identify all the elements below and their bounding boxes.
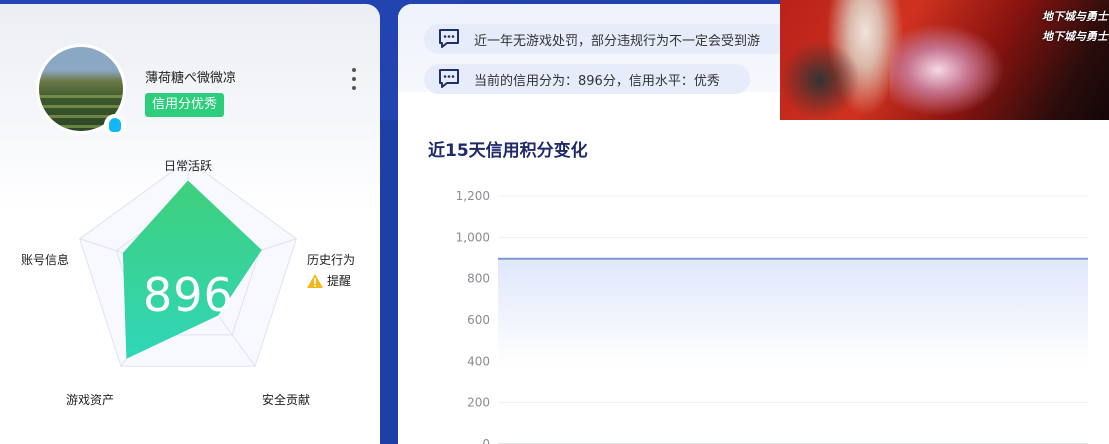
history-warning: 提醒 bbox=[307, 272, 351, 289]
chart-title: 近15天信用积分变化 bbox=[428, 141, 588, 161]
chart-y-tick-label: 1,200 bbox=[456, 189, 490, 203]
chart-y-tick-label: 200 bbox=[467, 396, 490, 410]
ad-logo-text: 地下城与勇士 bbox=[1042, 30, 1108, 43]
game-ad-banner[interactable]: 地下城与勇士 地下城与勇士 bbox=[780, 0, 1109, 120]
notice-penalty: 近一年无游戏处罚，部分违规行为不一定会受到游 bbox=[424, 24, 804, 54]
chart-y-tick-label: 400 bbox=[467, 354, 490, 368]
profile-card: 薄荷糖ぺ微微凉 信用分优秀 日常活跃 历史行为 提醒 安全贡献 游戏资产 账号信… bbox=[0, 4, 380, 444]
message-icon bbox=[439, 69, 459, 88]
credit-trend-chart: 0 200 400 600 800 1,000 1,200 bbox=[456, 189, 1088, 444]
credit-score: 896 bbox=[143, 268, 234, 322]
ad-character-art bbox=[890, 20, 1010, 120]
chart-area-fill bbox=[498, 258, 1088, 368]
message-icon bbox=[439, 29, 459, 48]
radar-chart bbox=[79, 159, 297, 367]
ad-character-art bbox=[780, 40, 860, 120]
radar-label-daily-activity: 日常活跃 bbox=[164, 159, 213, 173]
chart-y-tick-label: 800 bbox=[467, 272, 490, 286]
notice-penalty-text: 近一年无游戏处罚，部分违规行为不一定会受到游 bbox=[474, 33, 761, 49]
chart-y-tick-label: 0 bbox=[482, 437, 490, 444]
chart-y-tick-label: 600 bbox=[467, 313, 490, 327]
radar-label-account-info: 账号信息 bbox=[21, 253, 70, 267]
radar-label-history-behavior: 历史行为 bbox=[307, 253, 356, 267]
chart-y-tick-label: 1,000 bbox=[456, 230, 490, 244]
ad-logo-text: 地下城与勇士 bbox=[1042, 10, 1108, 23]
radar-label-game-assets: 游戏资产 bbox=[66, 393, 115, 407]
warning-label: 提醒 bbox=[327, 274, 352, 288]
radar-label-security-contribution: 安全贡献 bbox=[262, 393, 311, 407]
warning-icon bbox=[307, 273, 323, 288]
notice-current-score: 当前的信用分为：896分，信用水平：优秀 bbox=[424, 64, 750, 94]
notice-current-score-text: 当前的信用分为：896分，信用水平：优秀 bbox=[474, 73, 720, 89]
